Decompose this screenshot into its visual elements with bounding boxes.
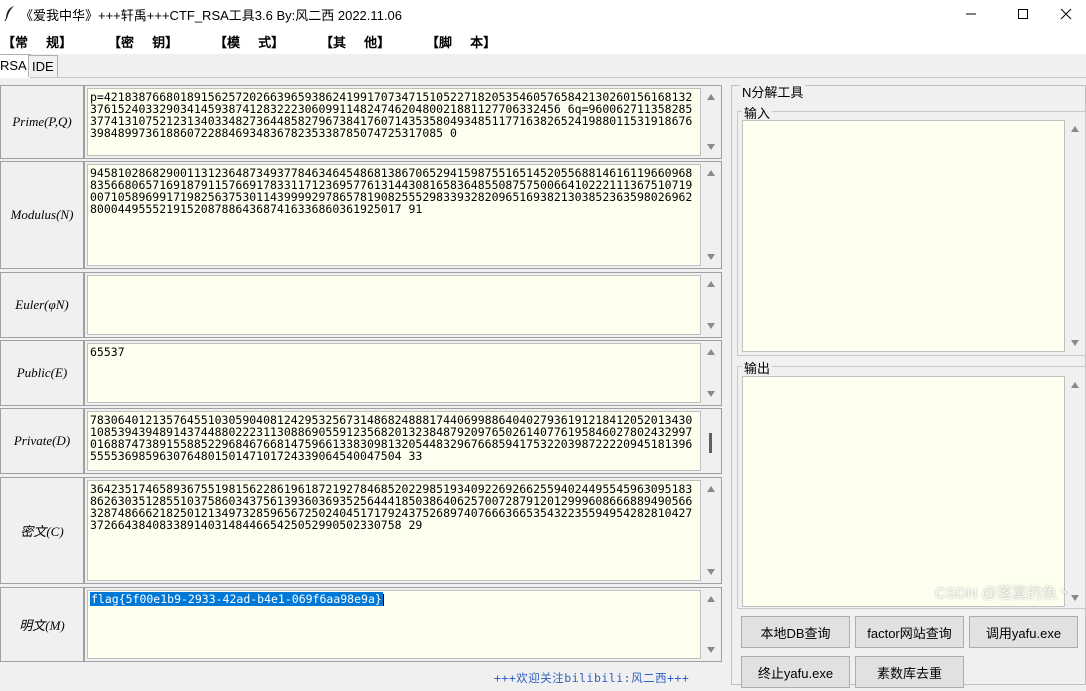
prime-textarea[interactable]: p=42183876680189156257202663965938624199… — [87, 88, 701, 156]
menu-other[interactable]: 【其 他】 — [320, 32, 390, 51]
stop-yafu-button[interactable]: 终止yafu.exe — [741, 656, 850, 688]
plaintext-label: 明文(M) — [0, 587, 84, 662]
private-row: Private(D) 78306401213576455103059040812… — [0, 408, 722, 474]
prime-box: p=42183876680189156257202663965938624199… — [84, 85, 722, 159]
modulus-row: Modulus(N) 94581028682900113123648734937… — [0, 161, 722, 269]
close-button[interactable] — [1043, 0, 1086, 28]
scroll-up-icon[interactable] — [707, 349, 715, 355]
footer-credit: +++欢迎关注bilibili:风二西+++ — [494, 671, 690, 685]
plaintext-scrollbar[interactable] — [703, 590, 719, 659]
text-caret — [382, 593, 384, 606]
modulus-box: 9458102868290011312364873493778463464548… — [84, 161, 722, 269]
scroll-down-icon[interactable] — [707, 323, 715, 329]
prime-scrollbar[interactable] — [703, 88, 719, 156]
n-factor-title: N分解工具 — [740, 82, 806, 101]
plaintext-row: 明文(M) flag{5f00e1b9-2933-42ad-b4e1-069f6… — [0, 587, 722, 662]
n-output-textarea[interactable] — [742, 376, 1065, 607]
output-label: 输出 — [742, 358, 773, 377]
private-label: Private(D) — [0, 408, 84, 474]
private-scrollbar[interactable] — [703, 411, 719, 471]
scroll-down-icon[interactable] — [707, 569, 715, 575]
public-row: Public(E) 65537 — [0, 340, 722, 406]
menu-bar: 【常 规】 【密 钥】 【模 式】 【其 他】 【脚 本】 — [0, 28, 1086, 54]
n-input-textarea[interactable] — [742, 120, 1065, 352]
modulus-textarea[interactable]: 9458102868290011312364873493778463464548… — [87, 164, 701, 266]
dedupe-primes-button[interactable]: 素数库去重 — [855, 656, 964, 688]
modulus-label: Modulus(N) — [0, 161, 84, 269]
prime-label: Prime(P,Q) — [0, 85, 84, 159]
maximize-icon — [1018, 9, 1028, 19]
ciphertext-label: 密文(C) — [0, 477, 84, 584]
menu-general[interactable]: 【常 规】 — [2, 32, 72, 51]
scroll-down-icon[interactable] — [707, 391, 715, 397]
public-scrollbar[interactable] — [703, 343, 719, 403]
output-scrollbar[interactable] — [1067, 376, 1083, 607]
plaintext-selection: flag{5f00e1b9-2933-42ad-b4e1-069f6aa98e9… — [90, 592, 383, 606]
scroll-down-icon[interactable] — [707, 254, 715, 260]
maximize-button[interactable] — [1000, 0, 1046, 28]
public-box: 65537 — [84, 340, 722, 406]
scroll-up-icon[interactable] — [707, 486, 715, 492]
private-box: 7830640121357645510305904081242953256731… — [84, 408, 722, 474]
scroll-up-icon[interactable] — [707, 281, 715, 287]
minimize-icon — [966, 13, 976, 15]
ciphertext-row: 密文(C) 3642351746589367551981562286196187… — [0, 477, 722, 584]
scroll-up-icon[interactable] — [707, 596, 715, 602]
tab-ide[interactable]: IDE — [28, 55, 58, 77]
scroll-up-icon[interactable] — [1071, 382, 1079, 388]
scroll-up-icon[interactable] — [707, 94, 715, 100]
euler-row: Euler(φN) — [0, 272, 722, 338]
run-yafu-button[interactable]: 调用yafu.exe — [969, 616, 1078, 648]
scroll-down-icon[interactable] — [1071, 595, 1079, 601]
scroll-thumb[interactable] — [709, 433, 712, 453]
scroll-down-icon[interactable] — [707, 647, 715, 653]
private-exponent-textarea[interactable]: 7830640121357645510305904081242953256731… — [87, 411, 701, 471]
ciphertext-scrollbar[interactable] — [703, 480, 719, 581]
factordb-query-button[interactable]: factor网站查询 — [855, 616, 964, 648]
local-db-query-button[interactable]: 本地DB查询 — [741, 616, 850, 648]
plaintext-box: flag{5f00e1b9-2933-42ad-b4e1-069f6aa98e9… — [84, 587, 722, 662]
scroll-down-icon[interactable] — [1071, 340, 1079, 346]
window-title: 《爱我中华》+++轩禹+++CTF_RSA工具3.6 By:风二西 2022.1… — [20, 8, 402, 23]
csdn-watermark: CSDN @落寞的魚丶 — [935, 585, 1072, 602]
euler-box — [84, 272, 722, 338]
ciphertext-textarea[interactable]: 3642351746589367551981562286196187219278… — [87, 480, 701, 581]
scroll-up-icon[interactable] — [1071, 126, 1079, 132]
title-bar: 《爱我中华》+++轩禹+++CTF_RSA工具3.6 By:风二西 2022.1… — [0, 0, 1086, 28]
feather-icon — [4, 6, 14, 21]
scroll-down-icon[interactable] — [707, 144, 715, 150]
rsa-tab-panel: Prime(P,Q) p=421838766801891562572026639… — [0, 78, 1086, 691]
public-exponent-textarea[interactable]: 65537 — [87, 343, 701, 403]
menu-keys[interactable]: 【密 钥】 — [108, 32, 178, 51]
euler-textarea[interactable] — [87, 275, 701, 335]
menu-modes[interactable]: 【模 式】 — [214, 32, 284, 51]
close-icon — [1060, 8, 1072, 20]
prime-row: Prime(P,Q) p=421838766801891562572026639… — [0, 85, 722, 159]
plaintext-textarea[interactable]: flag{5f00e1b9-2933-42ad-b4e1-069f6aa98e9… — [87, 590, 701, 659]
minimize-button[interactable] — [948, 0, 994, 28]
tab-bar: RSA IDE — [0, 54, 1086, 78]
modulus-scrollbar[interactable] — [703, 164, 719, 266]
euler-scrollbar[interactable] — [703, 275, 719, 335]
ciphertext-box: 3642351746589367551981562286196187219278… — [84, 477, 722, 584]
scroll-up-icon[interactable] — [707, 170, 715, 176]
menu-scripts[interactable]: 【脚 本】 — [426, 32, 496, 51]
public-label: Public(E) — [0, 340, 84, 406]
euler-label: Euler(φN) — [0, 272, 84, 338]
tab-rsa[interactable]: RSA — [0, 54, 31, 78]
input-scrollbar[interactable] — [1067, 120, 1083, 352]
